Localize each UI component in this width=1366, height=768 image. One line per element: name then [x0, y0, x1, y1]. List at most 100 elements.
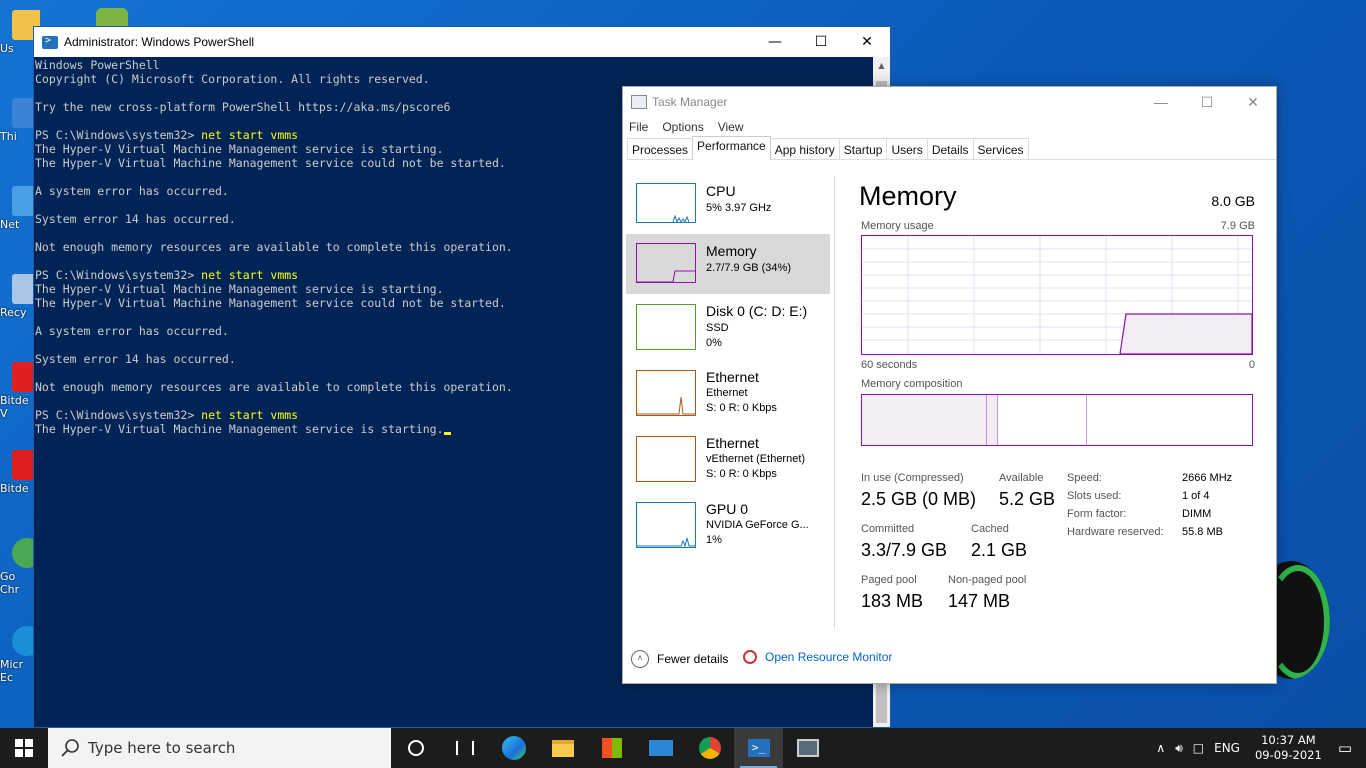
- mail-button[interactable]: [636, 728, 685, 768]
- maximize-button[interactable]: ☐: [798, 27, 844, 57]
- tab-startup[interactable]: Startup: [838, 138, 888, 159]
- language-indicator[interactable]: ENG: [1214, 741, 1240, 755]
- menu-file[interactable]: File: [629, 120, 648, 134]
- chrome-taskbar-button[interactable]: [685, 728, 734, 768]
- close-button[interactable]: ✕: [1230, 87, 1276, 117]
- memory-panel: Memory 8.0 GB Memory usage 7.9 GB 60 sec…: [859, 177, 1259, 637]
- task-manager-icon: [631, 95, 647, 109]
- slots-value: 1 of 4: [1182, 490, 1210, 502]
- start-button[interactable]: [0, 728, 48, 768]
- form-factor-value: DIMM: [1182, 508, 1212, 520]
- resource-list: CPU 5% 3.97 GHz Memory 2.7/7.9 GB (34%) …: [626, 177, 835, 632]
- speed-label: Speed:: [1067, 472, 1102, 484]
- console-prompt: PS C:\Windows\system32>: [35, 128, 202, 142]
- cortana-icon: [407, 740, 424, 756]
- memory-composition-bar: [861, 394, 1253, 446]
- available-value: 5.2 GB: [999, 489, 1056, 509]
- gpu-thumbnail-graph: [636, 502, 696, 548]
- ethernet-sparkline: [637, 396, 695, 415]
- chevron-up-icon[interactable]: ∧: [1156, 741, 1165, 755]
- clock-date: 09-09-2021: [1254, 748, 1322, 762]
- console-text: The Hyper-V Virtual Machine Management s…: [35, 142, 444, 156]
- clock[interactable]: 10:37 AM 09-09-2021: [1255, 733, 1322, 763]
- available-label: Available: [999, 472, 1044, 484]
- resource-disk[interactable]: Disk 0 (C: D: E:) SSD 0%: [626, 297, 830, 357]
- fewer-details-button[interactable]: ˄ Fewer details: [631, 650, 728, 668]
- speed-value: 2666 MHz: [1182, 472, 1233, 484]
- taskbar: Type here to search >_ ∧ 🔊︎ □ ENG 10:37 …: [0, 728, 1366, 768]
- form-factor-label: Form factor:: [1067, 508, 1127, 520]
- open-resource-monitor-link[interactable]: Open Resource Monitor: [743, 650, 892, 664]
- resource-ethernet-1[interactable]: Ethernet Ethernet S: 0 R: 0 Kbps: [626, 363, 830, 423]
- notification-icon[interactable]: ▭: [1338, 739, 1352, 757]
- powershell-icon: >_: [747, 739, 770, 757]
- console-text: Not enough memory resources are availabl…: [35, 240, 513, 254]
- pane-divider: [834, 177, 835, 629]
- in-use-label: In use (Compressed): [861, 472, 964, 484]
- console-text: Copyright (C) Microsoft Corporation. All…: [35, 72, 430, 86]
- resource-memory[interactable]: Memory 2.7/7.9 GB (34%): [626, 234, 830, 294]
- resource-cpu[interactable]: CPU 5% 3.97 GHz: [626, 177, 830, 237]
- file-explorer-button[interactable]: [538, 728, 587, 768]
- resource-gpu[interactable]: GPU 0 NVIDIA GeForce G... 1%: [626, 495, 830, 555]
- powershell-titlebar[interactable]: Administrator: Windows PowerShell — ☐ ✕: [34, 27, 890, 57]
- maximize-button[interactable]: ☐: [1184, 87, 1230, 117]
- cached-label: Cached: [971, 523, 1009, 535]
- standby-divider: [1086, 395, 1087, 445]
- tab-performance[interactable]: Performance: [692, 136, 771, 160]
- console-command: net start vmms: [201, 128, 299, 142]
- system-tray: ∧ 🔊︎ □ ENG 10:37 AM 09-09-2021 ▭: [1151, 728, 1366, 768]
- non-paged-pool-label: Non-paged pool: [948, 574, 1027, 586]
- tab-services[interactable]: Services: [972, 138, 1029, 159]
- slots-label: Slots used:: [1067, 490, 1122, 502]
- task-manager-taskbar-button[interactable]: [783, 728, 832, 768]
- volume-icon[interactable]: 🔊︎: [1175, 741, 1183, 756]
- console-command: net start vmms: [201, 268, 299, 282]
- minimize-button[interactable]: —: [1138, 87, 1184, 117]
- menu-bar: File Options View: [623, 117, 1276, 137]
- menu-options[interactable]: Options: [662, 120, 703, 134]
- console-text: A system error has occurred.: [35, 324, 229, 338]
- tab-processes[interactable]: Processes: [627, 138, 694, 159]
- paged-pool-label: Paged pool: [861, 574, 917, 586]
- minimize-button[interactable]: —: [752, 27, 798, 57]
- scroll-up-icon[interactable]: ▲: [873, 57, 890, 74]
- window-title: Task Manager: [652, 95, 728, 109]
- axis-right-label: 0: [1248, 359, 1255, 371]
- cached-value: 2.1 GB: [971, 540, 1028, 560]
- console-text: A system error has occurred.: [35, 184, 229, 198]
- console-line: Copyright (C) Microsoft Corporation. All…: [35, 72, 873, 86]
- tab-users[interactable]: Users: [886, 138, 928, 159]
- search-box[interactable]: Type here to search: [48, 728, 391, 768]
- task-view-button[interactable]: [440, 728, 489, 768]
- console-prompt: PS C:\Windows\system32>: [35, 268, 202, 282]
- memory-usage-graph: [861, 235, 1253, 355]
- android-icon[interactable]: [96, 8, 128, 28]
- memory-usage-label: Memory usage: [861, 220, 934, 232]
- mail-icon: [648, 740, 673, 756]
- tab-details[interactable]: Details: [926, 138, 974, 159]
- console-text: The Hyper-V Virtual Machine Management s…: [35, 296, 506, 310]
- hardware-reserved-value: 55.8 MB: [1182, 526, 1223, 538]
- console-text: The Hyper-V Virtual Machine Management s…: [35, 282, 444, 296]
- store-button[interactable]: [587, 728, 636, 768]
- resource-ethernet-2[interactable]: Ethernet vEthernet (Ethernet) S: 0 R: 0 …: [626, 429, 830, 489]
- paged-pool-value: 183 MB: [861, 591, 924, 611]
- powershell-taskbar-button[interactable]: >_: [734, 728, 783, 768]
- taskmanager-titlebar[interactable]: Task Manager — ☐ ✕: [623, 87, 1276, 117]
- task-manager-window[interactable]: Task Manager — ☐ ✕ File Options View Pro…: [622, 86, 1277, 684]
- cpu-thumbnail-graph: [636, 183, 696, 224]
- menu-view[interactable]: View: [718, 120, 744, 134]
- close-button[interactable]: ✕: [844, 27, 890, 57]
- network-icon[interactable]: □: [1193, 741, 1204, 755]
- windows-logo-icon: [15, 739, 33, 757]
- in-use-segment: [862, 395, 986, 445]
- edge-taskbar-button[interactable]: [489, 728, 538, 768]
- cortana-button[interactable]: [391, 728, 440, 768]
- search-icon: [61, 739, 79, 757]
- committed-value: 3.3/7.9 GB: [861, 540, 948, 560]
- console-text: The Hyper-V Virtual Machine Management s…: [35, 422, 444, 436]
- powershell-icon: [42, 35, 58, 49]
- tab-app-history[interactable]: App history: [769, 138, 840, 159]
- gpu-sparkline: [637, 537, 695, 548]
